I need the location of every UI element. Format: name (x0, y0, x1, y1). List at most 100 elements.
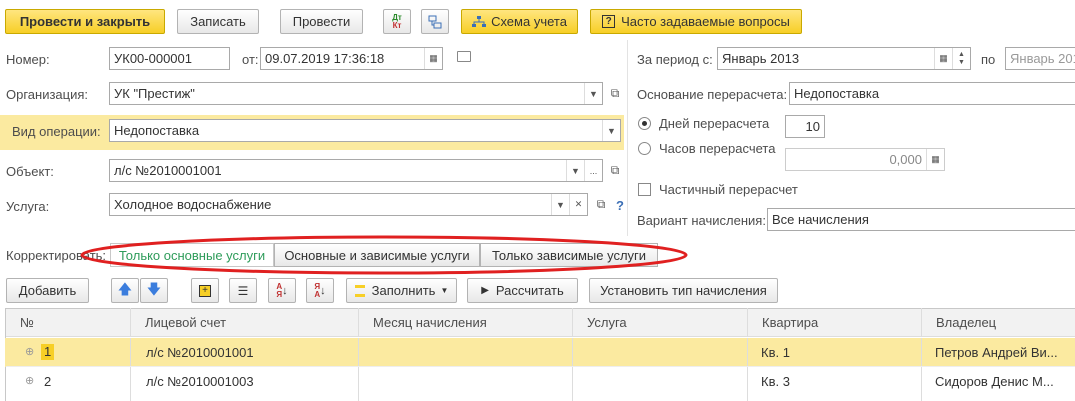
open-organization-icon[interactable]: ⧉ (605, 82, 625, 105)
col-month[interactable]: Месяц начисления (358, 308, 572, 337)
col-flat[interactable]: Квартира (747, 308, 921, 337)
calculator-icon[interactable]: ▦ (926, 149, 944, 170)
move-up-button[interactable]: 🡅 (111, 278, 139, 303)
service-label: Услуга: (6, 199, 50, 214)
col-divider (130, 338, 131, 401)
move-down-button[interactable]: 🡇 (140, 278, 168, 303)
col-divider (747, 338, 748, 401)
hierarchy-icon (472, 15, 487, 27)
chevron-down-icon[interactable]: ▼ (566, 160, 584, 181)
dt-kt-icon: Дт Кт (392, 12, 402, 30)
operation-type-value: Недопоставка (114, 123, 200, 138)
chevron-down-icon[interactable]: ▼ (584, 83, 602, 104)
row-number: 2 (44, 374, 52, 389)
fill-icon (354, 284, 365, 297)
number-value: УК00-000001 (114, 51, 192, 66)
structure-button[interactable] (421, 9, 449, 34)
period-from-value: Январь 2013 (722, 51, 800, 66)
basis-label: Основание перерасчета: (637, 87, 788, 102)
row-account: л/с №2010001001 (146, 345, 254, 360)
chevron-down-icon: ▼ (440, 286, 449, 295)
faq-button[interactable]: ? Часто задаваемые вопросы (590, 9, 802, 34)
days-radio[interactable] (638, 117, 651, 130)
post-and-close-button[interactable]: Провести и закрыть (5, 9, 165, 34)
structure-icon (428, 15, 442, 28)
hours-radio[interactable] (638, 142, 651, 155)
variant-value: Все начисления (772, 212, 869, 227)
clear-icon[interactable]: ✕ (569, 194, 587, 215)
col-service[interactable]: Услуга (572, 308, 747, 337)
open-object-icon[interactable]: ⧉ (605, 159, 625, 182)
expand-icon[interactable]: ⊕ (25, 373, 34, 389)
object-value: л/с №2010001001 (114, 163, 222, 178)
col-account[interactable]: Лицевой счет (130, 308, 358, 337)
chevron-down-icon[interactable]: ▼ (602, 120, 620, 141)
expand-icon[interactable]: ⊕ (25, 344, 34, 360)
row-owner: Петров Андрей Ви... (935, 345, 1058, 360)
variant-field[interactable]: Все начисления (767, 208, 1075, 231)
row-divider (6, 366, 1075, 367)
days-label: Дней перерасчета (659, 116, 770, 131)
post-button[interactable]: Провести (280, 9, 363, 34)
hours-value: 0,000 (889, 152, 922, 167)
service-field[interactable]: Холодное водоснабжение ▼ ✕ (109, 193, 588, 216)
period-from-field[interactable]: Январь 2013 ▦ ▲ ▼ (717, 47, 971, 70)
edit-group-button[interactable]: ☰ (229, 278, 257, 303)
row-owner: Сидоров Денис М... (935, 374, 1054, 389)
vertical-divider (627, 40, 628, 236)
object-label: Объект: (6, 164, 54, 179)
days-field[interactable]: 10 (785, 115, 825, 138)
arrow-up-icon: 🡅 (117, 280, 133, 297)
organization-field[interactable]: УК "Престиж" ▼ (109, 82, 603, 105)
basis-value: Недопоставка (794, 86, 880, 101)
fill-button[interactable]: Заполнить ▼ (346, 278, 457, 303)
dt-kt-button[interactable]: Дт Кт (383, 9, 411, 34)
period-to-field[interactable]: Январь 2013 (1005, 47, 1075, 70)
row-flat: Кв. 1 (761, 345, 790, 360)
sort-asc-button[interactable]: А Я ↓ (268, 278, 296, 303)
add-group-button[interactable]: + (191, 278, 219, 303)
calculate-button[interactable]: ▶ Рассчитать (467, 278, 578, 303)
calendar-icon[interactable]: ▦ (424, 48, 442, 69)
date-value: 09.07.2019 17:36:18 (265, 51, 385, 66)
help-icon[interactable]: ? (616, 198, 624, 214)
col-owner[interactable]: Владелец (921, 308, 1075, 337)
question-icon: ? (602, 15, 616, 28)
faq-label: Часто задаваемые вопросы (621, 14, 790, 29)
add-button[interactable]: Добавить (6, 278, 89, 303)
row-flat: Кв. 3 (761, 374, 790, 389)
table-row[interactable]: ⊕ 2 л/с №2010001003 Кв. 3 Сидоров Денис … (5, 367, 1075, 396)
hours-field[interactable]: 0,000 ▦ (785, 148, 945, 171)
ellipsis-icon[interactable]: ... (584, 160, 602, 181)
from-label: от: (242, 52, 259, 67)
partial-recalc-label: Частичный перерасчет (659, 182, 798, 197)
variant-label: Вариант начисления: (637, 213, 766, 228)
sort-desc-button[interactable]: Я А ↓ (306, 278, 334, 303)
number-field[interactable]: УК00-000001 (109, 47, 230, 70)
date-field[interactable]: 09.07.2019 17:36:18 ▦ (260, 47, 443, 70)
operation-type-select[interactable]: Недопоставка ▼ (109, 119, 621, 142)
list-edit-icon: ☰ (237, 283, 249, 298)
set-charge-type-button[interactable]: Установить тип начисления (589, 278, 778, 303)
col-divider (572, 338, 573, 401)
partial-recalc-checkbox[interactable] (638, 183, 651, 196)
fill-label: Заполнить (371, 283, 436, 298)
calendar-icon[interactable]: ▦ (934, 48, 952, 69)
object-field[interactable]: л/с №2010001001 ▼ ... (109, 159, 603, 182)
save-button[interactable]: Записать (177, 9, 259, 34)
col-number[interactable]: № (6, 308, 130, 337)
period-to-label: по (981, 52, 996, 67)
col-divider (921, 338, 922, 401)
open-service-icon[interactable]: ⧉ (591, 193, 611, 216)
chevron-down-icon[interactable]: ▼ (551, 194, 569, 215)
comment-icon[interactable] (457, 51, 471, 62)
annotation-ellipse (80, 235, 688, 275)
col-divider (358, 338, 359, 401)
basis-field[interactable]: Недопоставка (789, 82, 1075, 105)
days-value: 10 (805, 119, 820, 134)
spinner-icon[interactable]: ▲ ▼ (952, 48, 970, 69)
add-group-icon: + (199, 284, 211, 297)
table-row[interactable]: ⊕ 1 л/с №2010001001 Кв. 1 Петров Андрей … (5, 338, 1075, 367)
play-icon: ▶ (481, 285, 489, 296)
accounting-scheme-button[interactable]: Схема учета (461, 9, 578, 34)
